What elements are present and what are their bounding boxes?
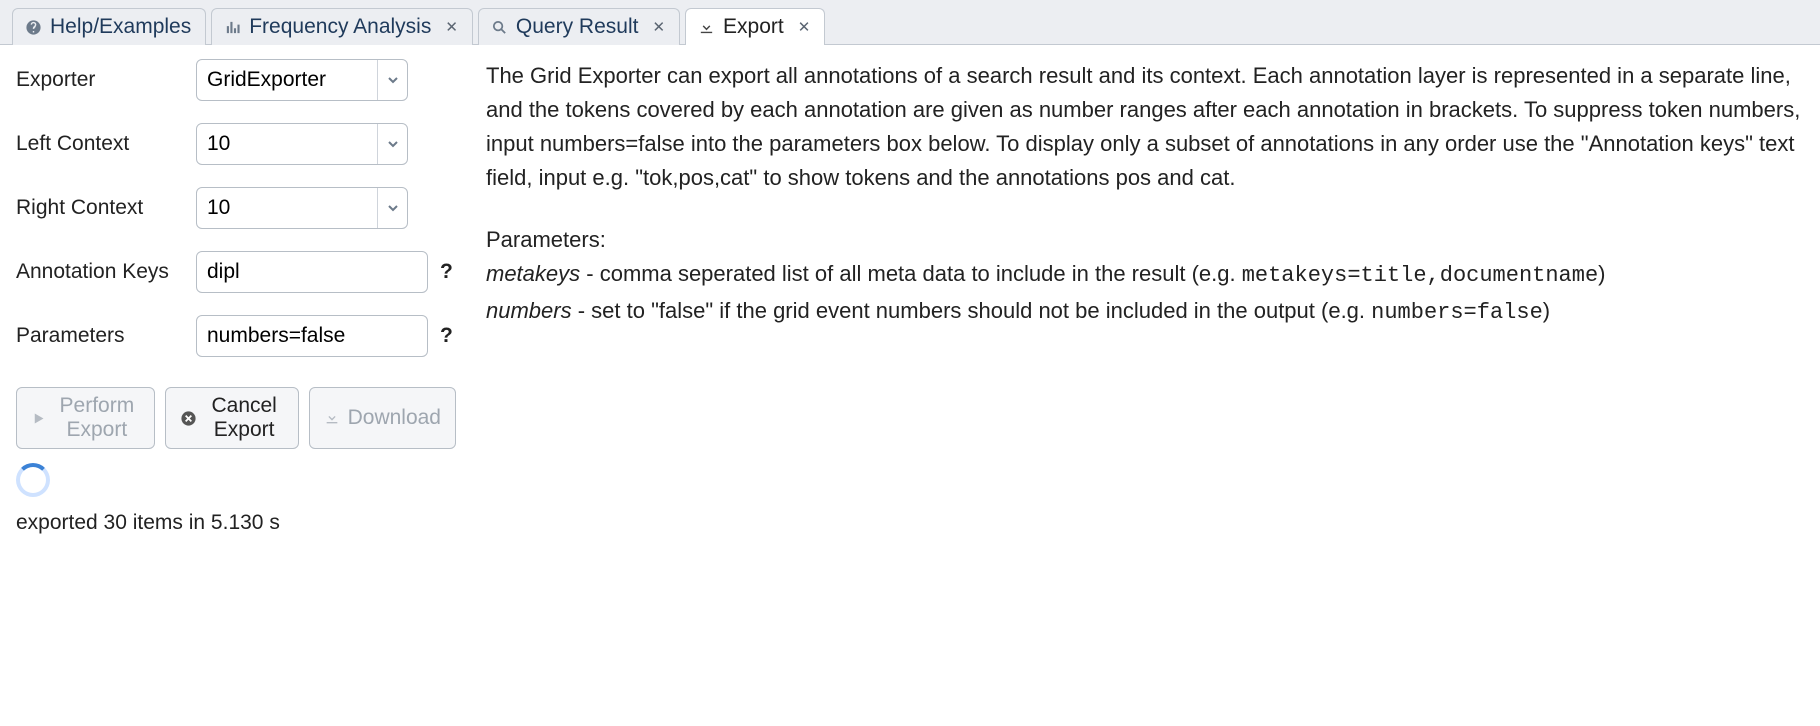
description-column: The Grid Exporter can export all annotat… [486, 59, 1804, 535]
left-context-input[interactable] [197, 132, 377, 156]
download-button[interactable]: Download [309, 387, 456, 449]
tab-label: Query Result [516, 15, 639, 39]
param-metakeys-line: metakeys - comma seperated list of all m… [486, 257, 1804, 293]
question-circle-icon [25, 19, 42, 36]
perform-export-button[interactable]: Perform Export [16, 387, 155, 449]
button-label: Perform Export [54, 394, 140, 442]
tab-label: Help/Examples [50, 15, 191, 39]
help-icon[interactable]: ? [440, 324, 453, 348]
loading-spinner-icon [16, 463, 50, 497]
tab-bar: Help/Examples Frequency Analysis ✕ Query… [0, 0, 1820, 45]
tab-export[interactable]: Export ✕ [685, 8, 825, 45]
chevron-down-icon[interactable] [377, 124, 407, 164]
right-context-label: Right Context [16, 196, 196, 220]
export-panel: Exporter Left Context Right Context [0, 45, 1820, 575]
annotation-keys-label: Annotation Keys [16, 260, 196, 284]
tab-label: Frequency Analysis [249, 15, 431, 39]
close-icon[interactable]: ✕ [652, 20, 665, 35]
param-numbers-line: numbers - set to "false" if the grid eve… [486, 294, 1804, 330]
exporter-description: The Grid Exporter can export all annotat… [486, 59, 1804, 195]
button-label: Cancel Export [205, 394, 284, 442]
parameters-heading: Parameters: [486, 223, 1804, 257]
close-paren: ) [1543, 298, 1550, 323]
close-icon[interactable]: ✕ [798, 20, 811, 35]
right-context-select[interactable] [196, 187, 408, 229]
exporter-select[interactable] [196, 59, 408, 101]
param-desc: - comma seperated list of all meta data … [580, 261, 1242, 286]
download-icon [324, 410, 340, 426]
chevron-down-icon[interactable] [377, 188, 407, 228]
help-icon[interactable]: ? [440, 260, 453, 284]
annotation-keys-input[interactable] [196, 251, 428, 293]
left-context-select[interactable] [196, 123, 408, 165]
param-desc: - set to "false" if the grid event numbe… [572, 298, 1372, 323]
param-example: metakeys=title,documentname [1242, 263, 1598, 288]
bar-chart-icon [224, 19, 241, 36]
play-icon [31, 411, 46, 426]
status-text: exported 30 items in 5.130 s [16, 511, 456, 535]
download-icon [698, 19, 715, 36]
right-context-input[interactable] [197, 196, 377, 220]
form-column: Exporter Left Context Right Context [16, 59, 456, 535]
tab-query-result[interactable]: Query Result ✕ [478, 8, 680, 45]
cancel-circle-icon [180, 410, 197, 427]
parameters-label: Parameters [16, 324, 196, 348]
param-example: numbers=false [1371, 300, 1543, 325]
exporter-label: Exporter [16, 68, 196, 92]
exporter-input[interactable] [197, 68, 377, 92]
close-paren: ) [1598, 261, 1605, 286]
chevron-down-icon[interactable] [377, 60, 407, 100]
search-icon [491, 19, 508, 36]
button-row: Perform Export Cancel Export Download [16, 387, 456, 449]
close-icon[interactable]: ✕ [445, 20, 458, 35]
tab-label: Export [723, 15, 784, 39]
parameters-input[interactable] [196, 315, 428, 357]
cancel-export-button[interactable]: Cancel Export [165, 387, 299, 449]
tab-help-examples[interactable]: Help/Examples [12, 8, 206, 45]
left-context-label: Left Context [16, 132, 196, 156]
tab-frequency-analysis[interactable]: Frequency Analysis ✕ [211, 8, 473, 45]
button-label: Download [348, 406, 441, 430]
param-name: metakeys [486, 261, 580, 286]
param-name: numbers [486, 298, 572, 323]
